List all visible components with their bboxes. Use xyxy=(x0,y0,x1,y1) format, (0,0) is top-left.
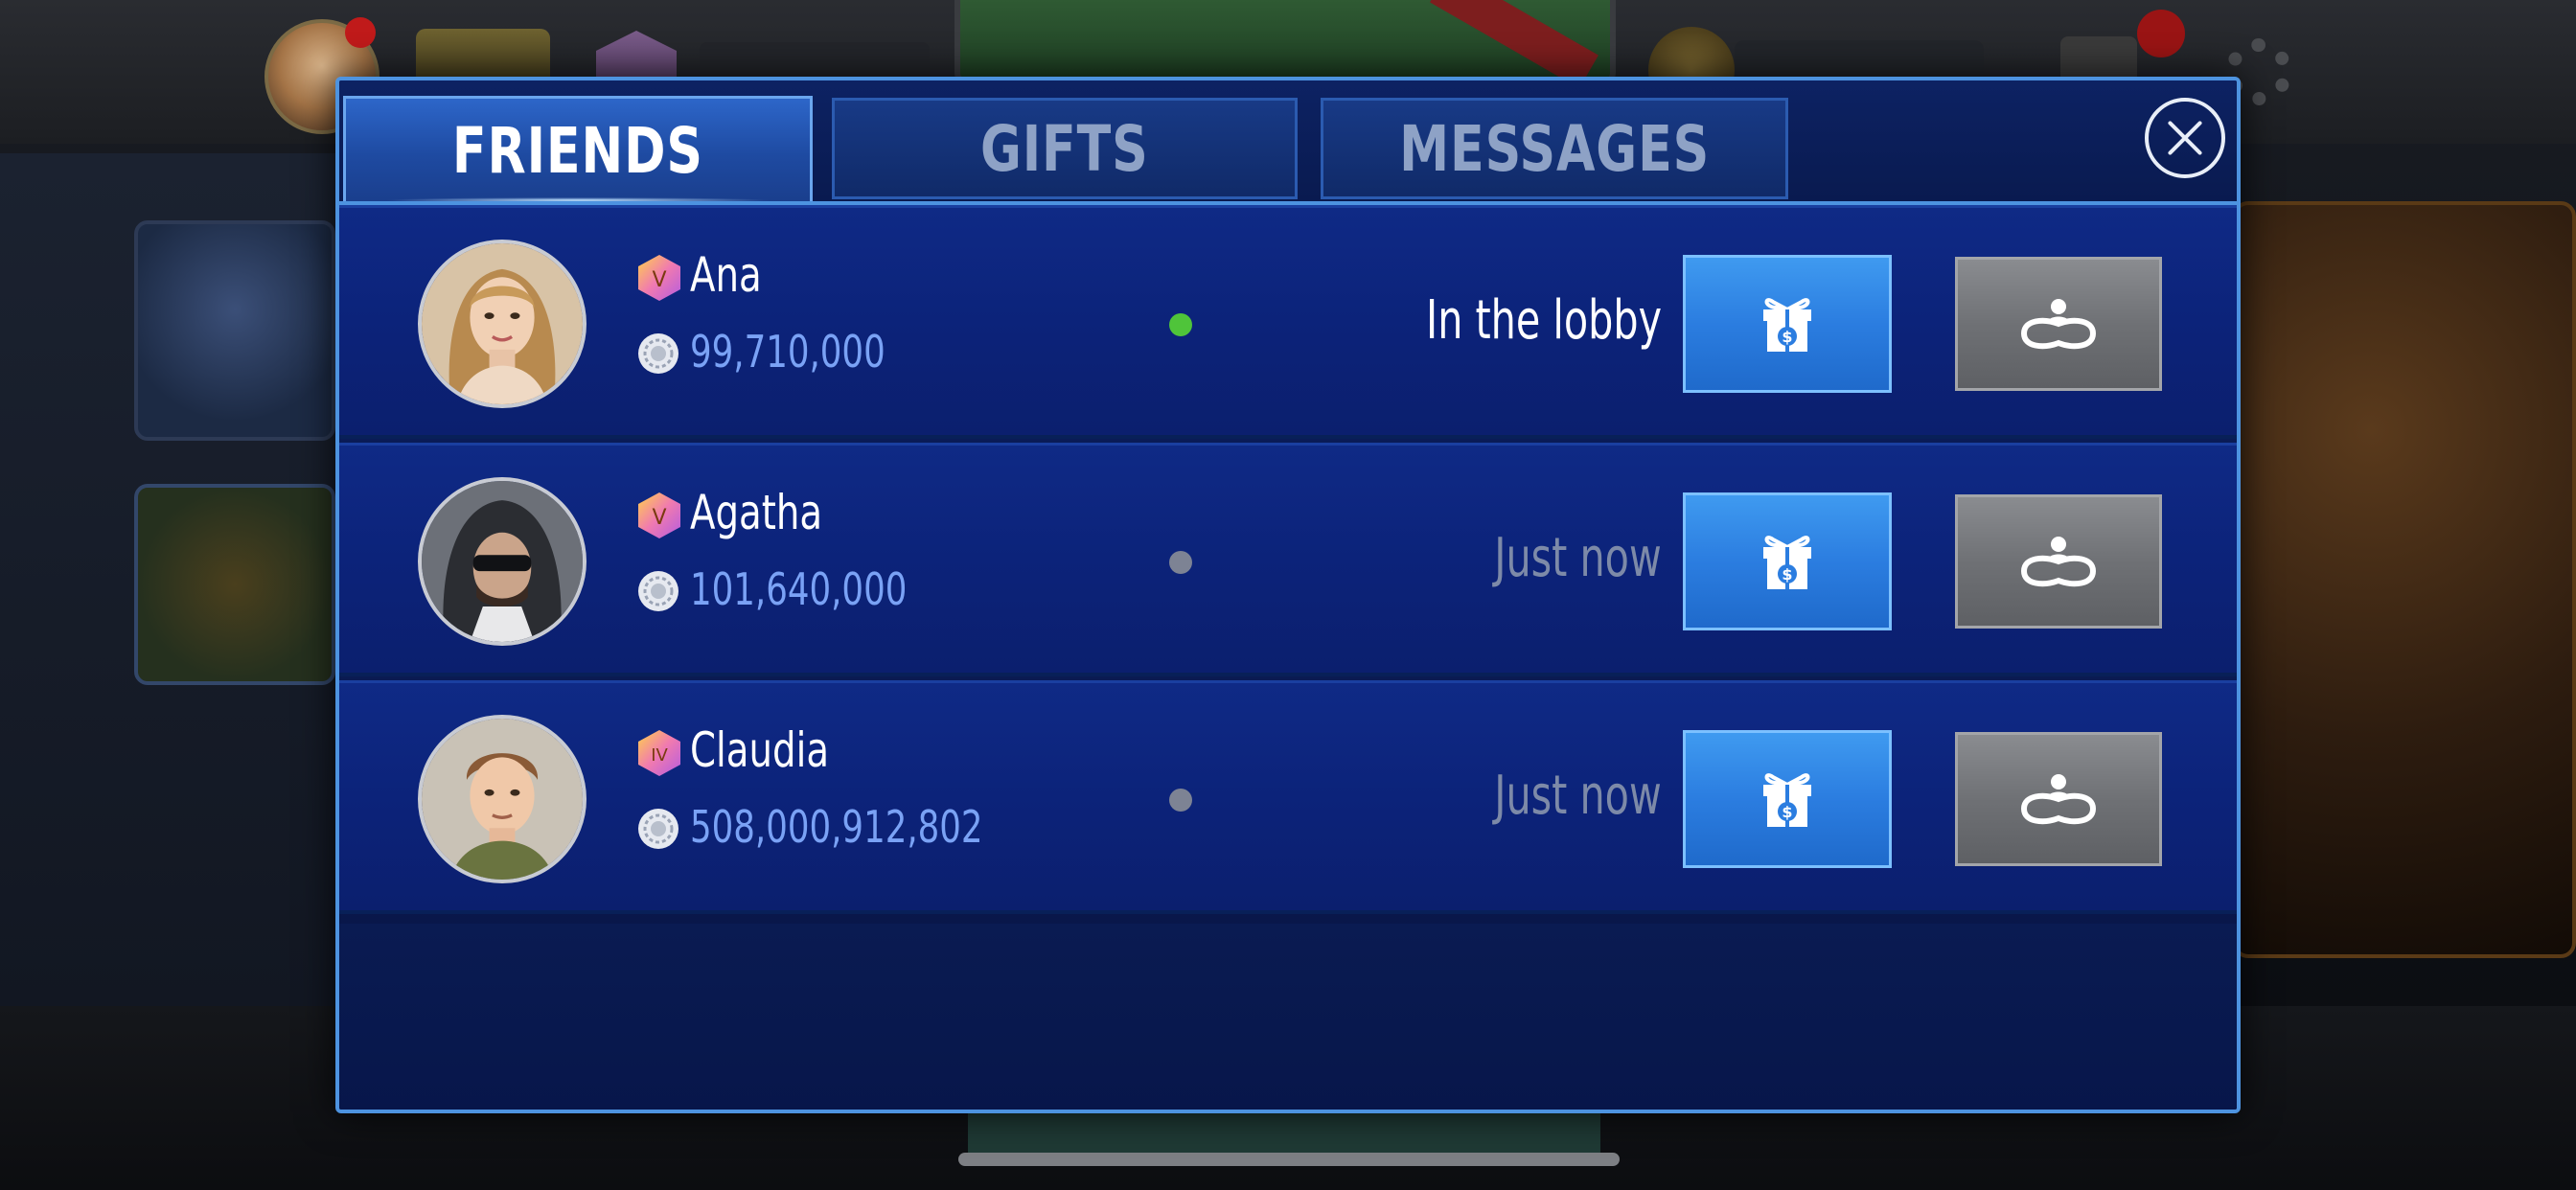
lobby-spin-wheel-tile xyxy=(134,220,335,441)
vip-badge-icon: V xyxy=(636,253,682,303)
join-table-icon xyxy=(2020,774,2097,825)
online-status-dot xyxy=(1169,313,1192,336)
tab-messages-label: MESSAGES xyxy=(1398,111,1711,186)
svg-text:IV: IV xyxy=(651,745,668,766)
friend-status: In the lobby xyxy=(1425,289,1662,352)
vip-badge-icon: IV xyxy=(636,728,682,778)
friend-avatar[interactable] xyxy=(418,477,586,646)
tab-gifts[interactable]: GIFTS xyxy=(832,98,1298,199)
svg-text:$: $ xyxy=(1782,565,1792,584)
chip-icon xyxy=(636,332,680,376)
friend-avatar[interactable] xyxy=(418,715,586,883)
join-table-button[interactable] xyxy=(1955,257,2162,391)
avatar-woman-blonde-icon xyxy=(422,243,583,404)
chip-icon xyxy=(636,807,680,851)
gift-box-icon: $ xyxy=(1763,298,1811,352)
join-table-button[interactable] xyxy=(1955,494,2162,629)
join-table-button[interactable] xyxy=(1955,732,2162,866)
friend-row: V Ana 99,710,000 In the lobby $ xyxy=(339,205,2237,439)
friend-chip-balance: 101,640,000 xyxy=(690,563,908,615)
svg-text:$: $ xyxy=(1782,328,1792,346)
send-gift-button[interactable]: $ xyxy=(1683,730,1892,868)
game-lobby-screen: FRIENDS GIFTS MESSAGES V Ana 99,710,000 … xyxy=(0,0,2576,1190)
avatar-hooded-man-icon xyxy=(422,481,583,642)
offline-status-dot xyxy=(1169,551,1192,574)
friend-name: Ana xyxy=(690,247,762,303)
offline-status-dot xyxy=(1169,789,1192,812)
friends-list-empty-area xyxy=(339,924,2237,1110)
chip-icon xyxy=(636,569,680,613)
friend-row: IV Claudia 508,000,912,802 Just now $ xyxy=(339,680,2237,914)
lobby-gift-badge xyxy=(2137,10,2185,57)
friend-status: Just now xyxy=(1494,765,1662,827)
tab-friends[interactable]: FRIENDS xyxy=(343,96,813,203)
close-icon[interactable] xyxy=(2145,98,2225,178)
friend-row: V Agatha 101,640,000 Just now $ xyxy=(339,443,2237,676)
friend-status: Just now xyxy=(1494,527,1662,589)
home-indicator[interactable] xyxy=(958,1153,1620,1166)
tab-gifts-label: GIFTS xyxy=(980,111,1149,186)
send-gift-button[interactable]: $ xyxy=(1683,255,1892,393)
tab-messages[interactable]: MESSAGES xyxy=(1321,98,1788,199)
friend-chip-balance: 508,000,912,802 xyxy=(690,801,983,853)
join-table-icon xyxy=(2020,299,2097,350)
friend-avatar[interactable] xyxy=(418,240,586,408)
friend-name: Claudia xyxy=(690,722,830,778)
friends-dialog: FRIENDS GIFTS MESSAGES V Ana 99,710,000 … xyxy=(335,77,2241,1113)
avatar-young-man-icon xyxy=(422,719,583,880)
lobby-daily-bonus-tile xyxy=(134,484,335,685)
svg-text:$: $ xyxy=(1782,803,1792,821)
send-gift-button[interactable]: $ xyxy=(1683,492,1892,630)
friend-name: Agatha xyxy=(690,485,823,540)
gift-box-icon: $ xyxy=(1763,536,1811,589)
lobby-event-poster xyxy=(2233,201,2576,958)
lobby-notification-dot xyxy=(345,17,376,48)
gift-box-icon: $ xyxy=(1763,773,1811,827)
tab-friends-label: FRIENDS xyxy=(452,114,703,188)
dialog-header: FRIENDS GIFTS MESSAGES xyxy=(339,80,2237,205)
vip-badge-icon: V xyxy=(636,491,682,540)
svg-text:V: V xyxy=(652,268,666,292)
friend-chip-balance: 99,710,000 xyxy=(690,326,886,378)
svg-text:V: V xyxy=(652,506,666,530)
join-table-icon xyxy=(2020,537,2097,587)
